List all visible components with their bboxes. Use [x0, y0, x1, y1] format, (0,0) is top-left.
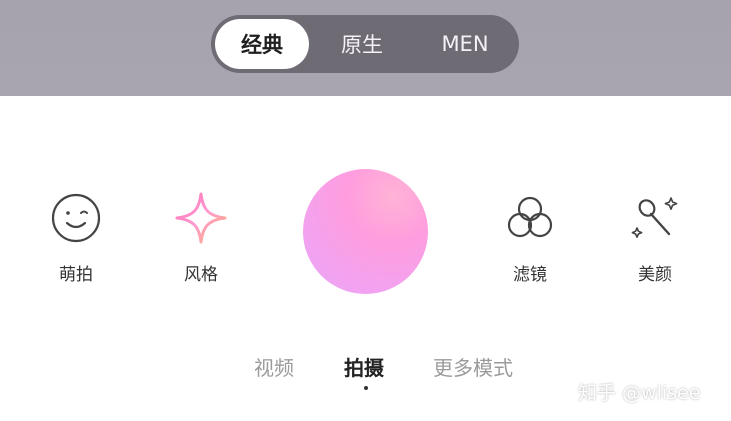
- magic-wand-icon: [627, 190, 683, 246]
- tab-photo[interactable]: 拍摄: [344, 352, 384, 381]
- cute-tool-button[interactable]: 萌拍: [31, 190, 121, 285]
- filter-tool-label: 滤镜: [513, 265, 547, 285]
- style-tool-button[interactable]: 风格: [156, 190, 246, 285]
- beauty-tool-label: 美颜: [638, 265, 672, 285]
- tab-video[interactable]: 视频: [254, 352, 294, 381]
- mode-classic-button[interactable]: 经典: [215, 19, 309, 69]
- sparkle-star-icon: [173, 190, 229, 246]
- watermark: 知乎 @wlisee: [578, 382, 701, 404]
- filter-tool-button[interactable]: 滤镜: [485, 190, 575, 285]
- smiley-face-icon: [48, 190, 104, 246]
- tab-more-modes[interactable]: 更多模式: [433, 352, 513, 381]
- style-tool-label: 风格: [184, 265, 218, 285]
- cute-tool-label: 萌拍: [59, 265, 93, 285]
- mode-switch: 经典 原生 MEN: [211, 15, 519, 73]
- three-circles-icon: [502, 190, 558, 246]
- mode-men-button[interactable]: MEN: [415, 19, 515, 69]
- beauty-tool-button[interactable]: 美颜: [610, 190, 700, 285]
- active-tab-indicator: [364, 386, 368, 390]
- shutter-button[interactable]: [303, 169, 428, 294]
- mode-original-button[interactable]: 原生: [309, 19, 415, 69]
